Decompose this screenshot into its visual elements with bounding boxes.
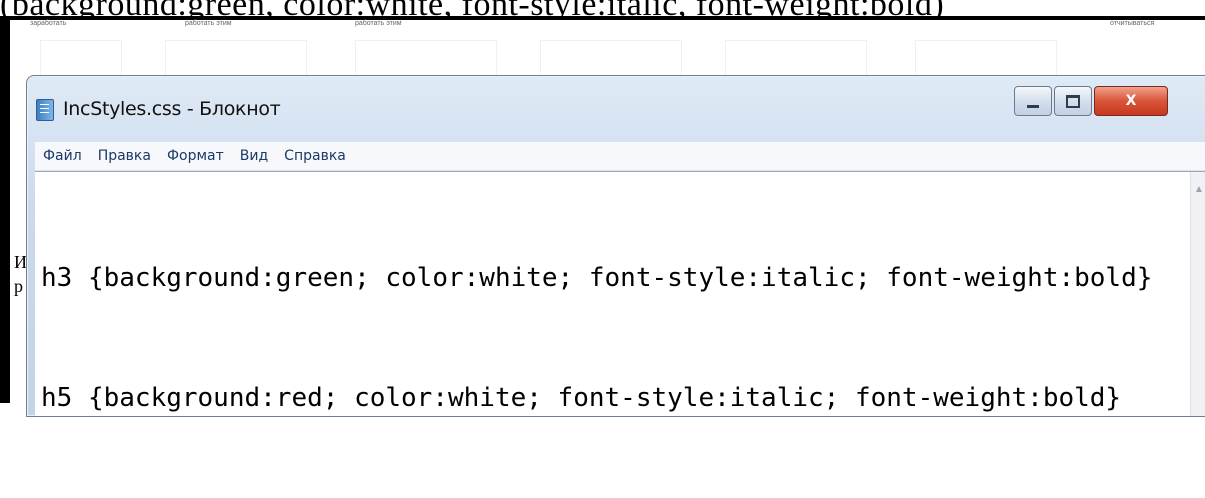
scroll-up-arrow-icon[interactable]: ▲ xyxy=(1194,184,1204,195)
menu-file[interactable]: Файл xyxy=(41,147,84,165)
background-side-letter: р xyxy=(14,276,23,296)
editor-text[interactable]: h3 {background:green; color:white; font-… xyxy=(41,178,1197,498)
menu-view[interactable]: Вид xyxy=(238,147,270,165)
maximize-button[interactable] xyxy=(1054,86,1092,116)
menu-edit[interactable]: Правка xyxy=(96,147,153,165)
maximize-icon xyxy=(1066,94,1080,108)
document-frame-top xyxy=(0,16,1205,20)
background-label: заработать xyxy=(30,20,67,27)
menu-help[interactable]: Справка xyxy=(282,147,348,165)
background-label: работать этим xyxy=(355,20,402,27)
document-heading-text: (background:green, color:white, font-sty… xyxy=(0,0,1205,16)
minimize-button[interactable] xyxy=(1014,86,1052,116)
notepad-icon[interactable] xyxy=(36,99,54,121)
window-title: IncStyles.css - Блокнот xyxy=(63,98,281,120)
background-label: отчитываться xyxy=(1110,20,1155,27)
text-editor-area[interactable]: h3 {background:green; color:white; font-… xyxy=(35,171,1205,416)
editor-line: h3 {background:green; color:white; font-… xyxy=(41,263,1153,293)
close-icon: X xyxy=(1125,93,1137,109)
minimize-icon xyxy=(1027,104,1039,108)
document-frame-left xyxy=(0,16,10,403)
notepad-window: IncStyles.css - Блокнот X Файл Правка Фо… xyxy=(26,75,1205,417)
menu-bar: Файл Правка Формат Вид Справка xyxy=(35,142,1205,171)
vertical-scrollbar[interactable]: ▲ xyxy=(1190,172,1205,416)
close-button[interactable]: X xyxy=(1094,86,1168,116)
editor-line: h5 {background:red; color:white; font-st… xyxy=(41,383,1122,413)
background-label: работать этим xyxy=(185,20,232,27)
title-bar[interactable]: IncStyles.css - Блокнот X xyxy=(27,76,1205,140)
menu-format[interactable]: Формат xyxy=(165,147,226,165)
